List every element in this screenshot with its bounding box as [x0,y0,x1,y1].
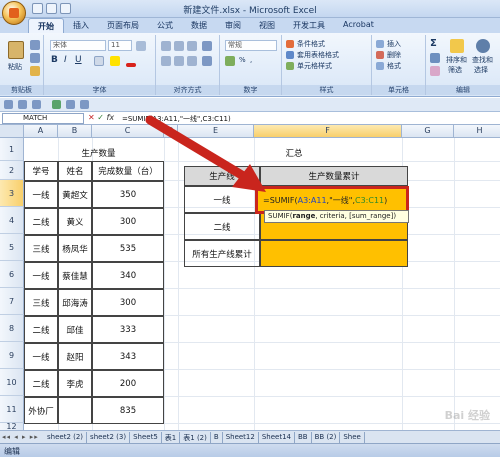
office-logo-icon [9,8,19,18]
annotation-arrow [145,115,266,192]
office-button[interactable] [2,1,26,25]
sheet-tab[interactable]: 表1 (2) [180,432,211,443]
sheet-tab-bar: ◂◂ ◂ ▸ ▸▸ sheet2 (2) sheet2 (3) Sheet5 表1 表1… [0,430,500,443]
sheet-tab[interactable]: Sheet12 [223,432,259,443]
sheet-nav-icon[interactable]: ◂◂ ◂ ▸ ▸▸ [2,433,39,441]
sheet-tab[interactable]: 表1 [162,432,181,443]
status-bar: 编辑 [0,443,500,457]
watermark: Bai 经验 [444,409,490,422]
status-mode: 编辑 [4,447,20,456]
sheet-tab[interactable]: BB [295,432,312,443]
sheet-tab[interactable]: BB (2) [312,432,341,443]
sheet-tab[interactable]: sheet2 (3) [87,432,131,443]
sheet-tab[interactable]: Sheet5 [130,432,162,443]
sheet-tab[interactable]: sheet2 (2) [44,432,88,443]
arrow-shaft [145,115,255,185]
sheet-tab[interactable]: Sheet14 [259,432,295,443]
sheet-tab[interactable]: B [211,432,223,443]
sheet-tab[interactable]: Shee [340,432,365,443]
sheet-tabs: sheet2 (2) sheet2 (3) Sheet5 表1 表1 (2) B Sheet… [44,432,365,443]
